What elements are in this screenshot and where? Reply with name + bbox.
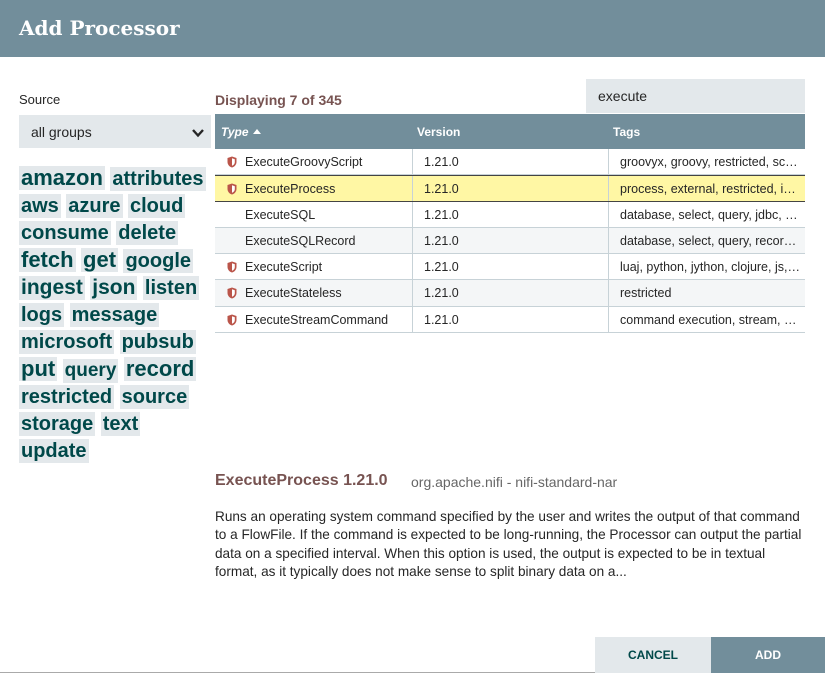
row-type-cell: ExecuteStateless (245, 286, 342, 301)
tag-amazon[interactable]: amazon (19, 166, 105, 192)
tag-get[interactable]: get (81, 248, 119, 274)
row-version-cell: 1.21.0 (424, 260, 459, 275)
restricted-shield-icon (227, 183, 237, 195)
column-divider (608, 201, 609, 227)
row-type-cell: ExecuteGroovyScript (245, 155, 363, 169)
tag-logs[interactable]: logs (19, 303, 65, 329)
row-tags-cell: groovyx, groovy, restricted, script, ... (620, 155, 800, 169)
tag-aws[interactable]: aws (19, 194, 61, 220)
tag-text[interactable]: text (100, 412, 141, 438)
row-tags-cell: restricted (620, 286, 672, 301)
column-divider (412, 176, 413, 201)
tag-delete[interactable]: delete (116, 221, 179, 247)
tag-put[interactable]: put (19, 357, 58, 383)
table-body: ExecuteGroovyScript 1.21.0 groovyx, groovy… (215, 149, 805, 334)
tag-storage[interactable]: storage (19, 412, 96, 438)
tag-fetch[interactable]: fetch (19, 248, 76, 274)
source-label: Source (19, 92, 61, 107)
cancel-button[interactable]: CANCEL (595, 637, 711, 673)
table-row[interactable]: ExecuteSQL 1.21.0 database, select, query,… (215, 201, 805, 228)
tag-pubsub[interactable]: pubsub (119, 330, 196, 356)
tag-restricted[interactable]: restricted (19, 385, 115, 411)
restricted-shield-icon (227, 287, 237, 299)
column-divider (412, 201, 413, 227)
column-divider (608, 149, 609, 175)
tag-record[interactable]: record (123, 357, 197, 383)
row-type-cell: ExecuteStreamCommand (245, 312, 389, 327)
sort-ascending-icon (252, 129, 261, 134)
column-divider (412, 280, 413, 306)
row-tags-cell: database, select, query, jdbc, sql, ... (620, 207, 800, 222)
row-version-cell: 1.21.0 (424, 155, 459, 169)
table-row[interactable]: ExecuteStreamCommand 1.21.0 command execut… (215, 306, 805, 334)
add-processor-dialog: Add Processor Source all groups amazon a… (0, 0, 825, 673)
column-divider (412, 254, 413, 280)
table-row[interactable]: ExecuteScript 1.21.0 luaj, python, jython,… (215, 254, 805, 281)
row-type-cell: ExecuteSQLRecord (245, 233, 356, 248)
column-divider (608, 227, 609, 254)
tag-google[interactable]: google (123, 249, 194, 275)
column-header-type[interactable]: Type (221, 125, 261, 139)
tag-json[interactable]: json (90, 276, 138, 302)
restricted-shield-icon (227, 156, 237, 168)
tag-cloud: amazon attributes aws azure cloud consum… (19, 166, 215, 466)
column-divider (608, 306, 609, 333)
column-divider (412, 149, 413, 175)
selected-processor-description: Runs an operating system command specifi… (215, 509, 802, 580)
row-type-cell: ExecuteScript (245, 260, 323, 275)
tag-microsoft[interactable]: microsoft (19, 330, 115, 356)
row-tags-cell: luaj, python, jython, clojure, js, ... (620, 260, 800, 275)
column-divider (412, 306, 413, 333)
column-divider (608, 176, 609, 201)
row-version-cell: 1.21.0 (424, 182, 459, 197)
tag-cloud[interactable]: cloud (127, 194, 186, 220)
column-divider (608, 280, 609, 306)
restricted-shield-icon (227, 261, 237, 273)
row-type-cell: ExecuteProcess (245, 182, 336, 197)
row-version-cell: 1.21.0 (424, 312, 459, 327)
dialog-title: Add Processor (19, 16, 180, 40)
column-divider (608, 254, 609, 280)
selected-processor-title: ExecuteProcess 1.21.0 (215, 472, 388, 489)
tag-azure[interactable]: azure (66, 194, 123, 220)
tag-source[interactable]: source (119, 385, 190, 411)
table-row[interactable]: ExecuteProcess 1.21.0 process, external, r… (215, 175, 805, 202)
table-row[interactable]: ExecuteStateless 1.21.0 restricted (215, 280, 805, 307)
chevron-down-icon (192, 129, 204, 138)
row-tags-cell: database, select, query, record, sql, ..… (620, 233, 800, 248)
tag-message[interactable]: message (69, 303, 160, 329)
tag-listen[interactable]: listen (142, 276, 200, 302)
row-version-cell: 1.21.0 (424, 233, 459, 248)
table-header: Type Version Tags (215, 114, 805, 149)
dialog-header: Add Processor (0, 0, 825, 57)
tag-ingest[interactable]: ingest (19, 276, 85, 302)
tag-consume[interactable]: consume (19, 221, 111, 247)
tag-query[interactable]: query (62, 359, 119, 385)
results-count: Displaying 7 of 345 (215, 92, 342, 108)
selected-processor-bundle: org.apache.nifi - nifi-standard-nar (411, 474, 618, 490)
tag-attributes[interactable]: attributes (110, 167, 206, 193)
processor-table: Type Version Tags ExecuteGroovyScript 1.2… (215, 114, 805, 334)
column-header-tags[interactable]: Tags (613, 125, 640, 139)
row-tags-cell: command execution, stream, command, ... (620, 312, 800, 327)
tag-update[interactable]: update (19, 439, 89, 465)
column-divider (412, 227, 413, 254)
processor-filter-input[interactable] (586, 79, 805, 113)
row-tags-cell: process, external, restricted, invoke, .… (620, 182, 800, 197)
source-group-select[interactable]: all groups (19, 115, 211, 148)
add-button[interactable]: ADD (711, 637, 825, 673)
row-version-cell: 1.21.0 (424, 207, 459, 222)
row-type-cell: ExecuteSQL (245, 207, 316, 222)
source-selected-value: all groups (31, 124, 92, 140)
restricted-shield-icon (227, 314, 237, 326)
column-header-version[interactable]: Version (417, 125, 460, 139)
table-row[interactable]: ExecuteGroovyScript 1.21.0 groovyx, groovy… (215, 149, 805, 176)
row-version-cell: 1.21.0 (424, 286, 459, 301)
table-row[interactable]: ExecuteSQLRecord 1.21.0 database, select, … (215, 227, 805, 255)
